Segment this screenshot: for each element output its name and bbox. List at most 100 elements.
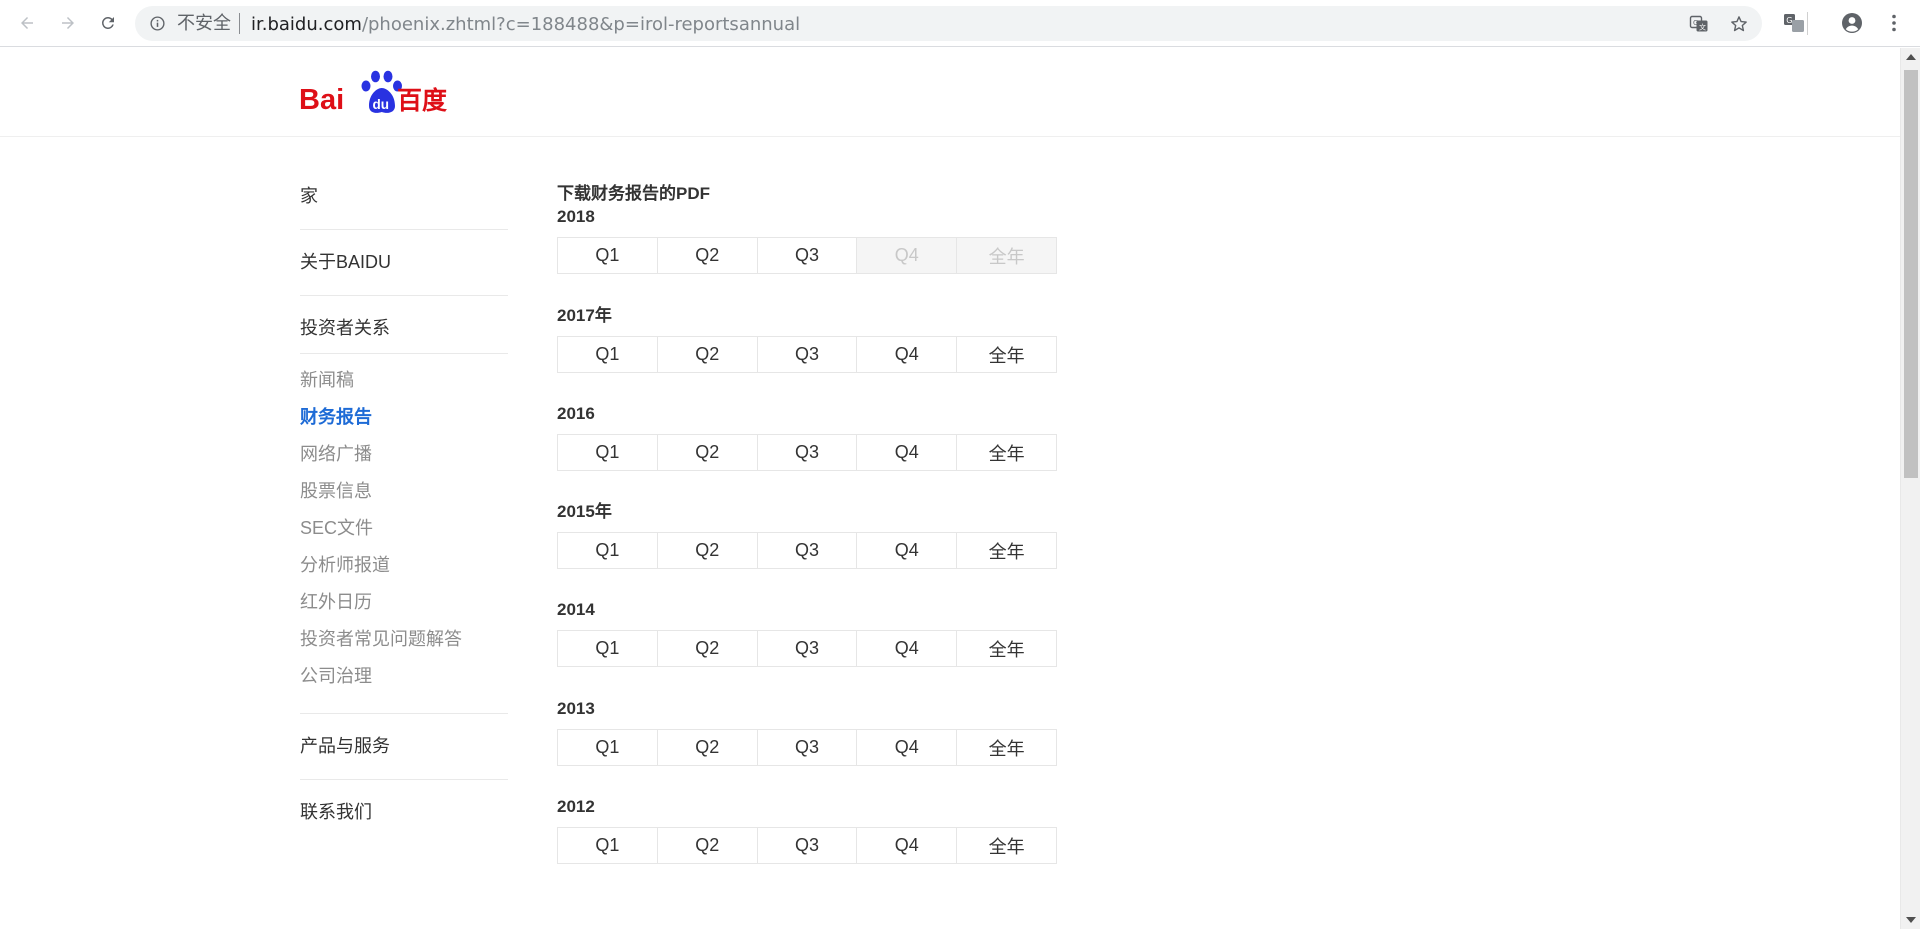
address-separator (239, 13, 240, 34)
report-q3-button[interactable]: Q3 (758, 631, 858, 666)
sidebar-subnav: 新闻稿 财务报告 网络广播 股票信息 SEC文件 分析师报道 红外日历 投资者常… (300, 354, 508, 714)
sidebar-item-home[interactable]: 家 (300, 160, 508, 230)
year-block: 2014 Q1 Q2 Q3 Q4 全年 (557, 599, 1057, 667)
report-full-year-button[interactable]: 全年 (957, 435, 1056, 470)
sidebar-item-stock-info[interactable]: 股票信息 (300, 473, 508, 510)
report-q4-button[interactable]: Q4 (857, 730, 958, 765)
year-label: 2012 (557, 797, 595, 816)
report-full-year-button[interactable]: 全年 (957, 631, 1056, 666)
report-q3-button[interactable]: Q3 (758, 730, 858, 765)
logo-text-bai: Bai (299, 84, 344, 116)
sidebar-item-investor-faq[interactable]: 投资者常见问题解答 (300, 621, 508, 658)
report-full-year-button[interactable]: 全年 (957, 533, 1056, 568)
reload-icon (101, 16, 114, 29)
report-q3-button[interactable]: Q3 (758, 828, 858, 863)
report-q3-button[interactable]: Q3 (758, 533, 858, 568)
report-full-year-button[interactable]: 全年 (957, 337, 1056, 372)
url-host: ir.baidu.com (251, 14, 362, 35)
year-block: 2017年 Q1 Q2 Q3 Q4 全年 (557, 305, 1057, 373)
address-bar[interactable]: 不安全 ir.baidu.com/phoenix.zhtml?c=188488&… (135, 6, 1762, 41)
svg-text:文: 文 (1699, 23, 1706, 32)
logo-text-cn: 百度 (397, 86, 447, 115)
report-q1-button[interactable]: Q1 (558, 828, 658, 863)
year-block: 2018 Q1 Q2 Q3 Q4 全年 (557, 206, 1057, 274)
report-q2-button[interactable]: Q2 (658, 238, 758, 273)
url-path: /phoenix.zhtml?c=188488&p=irol-reportsan… (361, 14, 801, 35)
sidebar-item-financial-reports[interactable]: 财务报告 (300, 399, 508, 436)
period-button-row: Q1 Q2 Q3 Q4 全年 (557, 827, 1057, 864)
report-q1-button[interactable]: Q1 (558, 533, 658, 568)
info-icon[interactable] (149, 15, 166, 32)
page-title: 下载财务报告的PDF (557, 184, 710, 203)
report-full-year-button[interactable]: 全年 (957, 828, 1056, 863)
period-button-row: Q1 Q2 Q3 Q4 全年 (557, 237, 1057, 274)
arrow-left-icon (21, 17, 33, 29)
scroll-down-arrow[interactable] (1906, 917, 1916, 923)
report-q4-button[interactable]: Q4 (857, 435, 958, 470)
report-q1-button[interactable]: Q1 (558, 631, 658, 666)
report-q2-button[interactable]: Q2 (658, 730, 758, 765)
security-label[interactable]: 不安全 (177, 14, 231, 34)
report-q2-button[interactable]: Q2 (658, 337, 758, 372)
sidebar-item-about[interactable]: 关于BAIDU (300, 230, 508, 296)
report-q4-button[interactable]: Q4 (857, 828, 958, 863)
svg-text:G: G (1786, 16, 1792, 25)
year-label: 2016 (557, 404, 595, 423)
sidebar-item-corporate-governance[interactable]: 公司治理 (300, 658, 508, 695)
forward-button[interactable] (53, 8, 83, 38)
more-menu-icon[interactable] (1882, 11, 1906, 35)
report-q2-button[interactable]: Q2 (658, 828, 758, 863)
year-label: 2015年 (557, 502, 612, 521)
year-label: 2014 (557, 600, 595, 619)
toolbar-divider (1807, 12, 1808, 35)
year-block: 2012 Q1 Q2 Q3 Q4 全年 (557, 796, 1057, 864)
back-button[interactable] (12, 8, 42, 38)
star-icon[interactable] (1729, 14, 1749, 34)
report-q4-button[interactable]: Q4 (857, 337, 958, 372)
report-q4-button[interactable]: Q4 (857, 631, 958, 666)
sidebar-item-webcasts[interactable]: 网络广播 (300, 436, 508, 473)
logo-text-du: du (373, 97, 390, 112)
report-q2-button[interactable]: Q2 (658, 631, 758, 666)
scrollbar-thumb[interactable] (1904, 70, 1918, 478)
period-button-row: Q1 Q2 Q3 Q4 全年 (557, 336, 1057, 373)
year-block: 2013 Q1 Q2 Q3 Q4 全年 (557, 698, 1057, 766)
report-q3-button[interactable]: Q3 (758, 435, 858, 470)
sidebar-item-press-releases[interactable]: 新闻稿 (300, 362, 508, 399)
period-button-row: Q1 Q2 Q3 Q4 全年 (557, 630, 1057, 667)
sidebar-item-analyst-coverage[interactable]: 分析师报道 (300, 547, 508, 584)
arrow-right-icon (62, 17, 74, 29)
translate-icon[interactable]: G 文 (1689, 14, 1709, 34)
report-q4-button[interactable]: Q4 (857, 533, 958, 568)
report-q2-button[interactable]: Q2 (658, 435, 758, 470)
report-q1-button[interactable]: Q1 (558, 730, 658, 765)
url-text[interactable]: ir.baidu.com/phoenix.zhtml?c=188488&p=ir… (251, 15, 800, 35)
period-button-row: Q1 Q2 Q3 Q4 全年 (557, 532, 1057, 569)
reload-button[interactable] (93, 8, 123, 38)
sidebar-item-products-services[interactable]: 产品与服务 (300, 714, 508, 780)
extension-icon[interactable]: G (1782, 11, 1806, 35)
sidebar-item-sec-filings[interactable]: SEC文件 (300, 510, 508, 547)
report-q4-button: Q4 (857, 238, 958, 273)
sidebar-item-contact-us[interactable]: 联系我们 (300, 780, 508, 845)
baidu-logo[interactable]: Bai du 百度 (299, 66, 449, 118)
year-block: 2015年 Q1 Q2 Q3 Q4 全年 (557, 501, 1057, 569)
report-q1-button[interactable]: Q1 (558, 435, 658, 470)
report-q3-button[interactable]: Q3 (758, 337, 858, 372)
browser-toolbar: 不安全 ir.baidu.com/phoenix.zhtml?c=188488&… (0, 0, 1920, 47)
scroll-up-arrow[interactable] (1906, 54, 1916, 60)
site-header: Bai du 百度 (0, 48, 1900, 137)
report-q2-button[interactable]: Q2 (658, 533, 758, 568)
period-button-row: Q1 Q2 Q3 Q4 全年 (557, 729, 1057, 766)
report-q3-button[interactable]: Q3 (758, 238, 858, 273)
sidebar-item-investor-relations[interactable]: 投资者关系 (300, 296, 508, 354)
account-icon[interactable] (1840, 11, 1864, 35)
year-label: 2017年 (557, 306, 612, 325)
report-q1-button[interactable]: Q1 (558, 337, 658, 372)
report-q1-button[interactable]: Q1 (558, 238, 658, 273)
year-label: 2013 (557, 699, 595, 718)
sidebar-item-ir-calendar[interactable]: 红外日历 (300, 584, 508, 621)
period-button-row: Q1 Q2 Q3 Q4 全年 (557, 434, 1057, 471)
report-full-year-button[interactable]: 全年 (957, 730, 1056, 765)
page-scrollbar[interactable] (1900, 48, 1920, 929)
